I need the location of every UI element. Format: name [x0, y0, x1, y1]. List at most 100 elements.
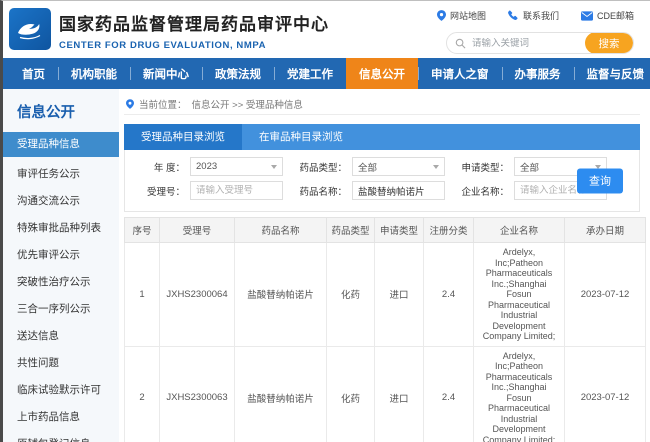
main-panel: 当前位置： 信息公开 >> 受理品种信息 受理品种目录浏览 在审品种目录浏览 年… — [119, 89, 650, 442]
cell-apply-type: 进口 — [375, 346, 424, 442]
search-button[interactable]: 搜索 — [585, 32, 633, 54]
cell-apply-type: 进口 — [375, 243, 424, 347]
sidebar-item-marketed-drugs[interactable]: 上市药品信息 — [3, 404, 119, 431]
cell-acceptance-no: JXHS2300063 — [160, 346, 235, 442]
cell-reg-class: 2.4 — [424, 243, 474, 347]
col-company: 企业名称 — [474, 218, 565, 243]
year-select[interactable]: 2023 — [190, 157, 283, 176]
sitemap-label: 网站地图 — [450, 9, 486, 22]
table-row: 2 JXHS2300063 盐酸替纳帕诺片 化药 进口 2.4 Ardelyx,… — [125, 346, 646, 442]
tab-bar: 受理品种目录浏览 在审品种目录浏览 — [124, 124, 640, 150]
apply-type-label: 申请类型： — [455, 160, 509, 174]
breadcrumb-path: 信息公开 >> 受理品种信息 — [192, 97, 303, 111]
site-header: 国家药品监督管理局药品审评中心 CENTER FOR DRUG EVALUATI… — [3, 1, 650, 58]
site-title: 国家药品监督管理局药品审评中心 — [59, 10, 329, 35]
sidebar-item-clinical-trial-implied-license[interactable]: 临床试验默示许可 — [3, 377, 119, 404]
col-reg-class: 注册分类 — [424, 218, 474, 243]
acceptance-no-input[interactable] — [196, 185, 277, 196]
nav-item-functions[interactable]: 机构职能 — [58, 58, 130, 89]
drug-name-input[interactable] — [358, 185, 439, 196]
cell-company: Ardelyx, Inc;Patheon Pharmaceuticals Inc… — [474, 346, 565, 442]
mailbox-link[interactable]: CDE邮箱 — [581, 9, 634, 22]
cell-drug-type: 化药 — [327, 243, 375, 347]
sidebar-item-review-tasks[interactable]: 审评任务公示 — [3, 161, 119, 188]
cell-drug-name: 盐酸替纳帕诺片 — [235, 243, 327, 347]
col-drug-type: 药品类型 — [327, 218, 375, 243]
brand-block: 国家药品监督管理局药品审评中心 CENTER FOR DRUG EVALUATI… — [59, 10, 329, 51]
nav-item-policies[interactable]: 政策法规 — [202, 58, 274, 89]
year-label: 年 度： — [131, 160, 185, 174]
cde-logo — [9, 8, 51, 50]
location-pin-icon — [437, 10, 446, 21]
filter-form: 年 度： 2023 药品类型： 全部 申请类型： 全部 — [124, 150, 640, 212]
cell-drug-type: 化药 — [327, 346, 375, 442]
nav-item-home[interactable]: 首页 — [9, 58, 58, 89]
cell-seq: 2 — [125, 346, 160, 442]
year-value: 2023 — [196, 161, 217, 172]
sitemap-link[interactable]: 网站地图 — [437, 9, 486, 22]
nav-item-party[interactable]: 党建工作 — [274, 58, 346, 89]
company-label: 企业名称： — [455, 184, 509, 198]
breadcrumb-prefix: 当前位置： — [139, 97, 187, 111]
sidebar-item-excipient-registration[interactable]: 原辅包登记信息 — [3, 431, 119, 442]
drug-name-field-wrap — [352, 181, 445, 200]
drug-type-select[interactable]: 全部 — [352, 157, 445, 176]
location-pin-icon — [126, 99, 134, 109]
cell-company: Ardelyx, Inc;Patheon Pharmaceuticals Inc… — [474, 243, 565, 347]
main-nav: 首页 机构职能 新闻中心 政策法规 党建工作 信息公开 申请人之窗 办事服务 监… — [3, 58, 650, 89]
drug-type-value: 全部 — [358, 160, 377, 174]
acceptance-no-field-wrap — [190, 181, 283, 200]
sidebar-item-delivery-info[interactable]: 送达信息 — [3, 323, 119, 350]
breadcrumb: 当前位置： 信息公开 >> 受理品种信息 — [124, 94, 640, 115]
sidebar-item-accepted-varieties[interactable]: 受理品种信息 — [3, 132, 119, 157]
col-acceptance-no: 受理号 — [160, 218, 235, 243]
swan-logo-icon — [13, 12, 47, 46]
cell-reg-class: 2.4 — [424, 346, 474, 442]
sidebar: 信息公开 受理品种信息 审评任务公示 沟通交流公示 特殊审批品种列表 优先审评公… — [3, 89, 119, 442]
results-table: 序号 受理号 药品名称 药品类型 申请类型 注册分类 企业名称 承办日期 1 J… — [124, 217, 646, 442]
cell-drug-name: 盐酸替纳帕诺片 — [235, 346, 327, 442]
chevron-down-icon — [271, 165, 277, 169]
contact-label: 联系我们 — [523, 9, 559, 22]
table-row: 1 JXHS2300064 盐酸替纳帕诺片 化药 进口 2.4 Ardelyx,… — [125, 243, 646, 347]
mailbox-label: CDE邮箱 — [597, 9, 634, 22]
apply-type-value: 全部 — [520, 160, 539, 174]
nav-item-info-disclosure[interactable]: 信息公开 — [346, 58, 418, 89]
drug-type-label: 药品类型： — [293, 160, 347, 174]
contact-link[interactable]: 联系我们 — [508, 9, 559, 22]
col-drug-name: 药品名称 — [235, 218, 327, 243]
sidebar-item-special-approval[interactable]: 特殊审批品种列表 — [3, 215, 119, 242]
col-date: 承办日期 — [565, 218, 646, 243]
nav-item-services[interactable]: 办事服务 — [502, 58, 574, 89]
sidebar-item-breakthrough-therapy[interactable]: 突破性治疗公示 — [3, 269, 119, 296]
table-header-row: 序号 受理号 药品名称 药品类型 申请类型 注册分类 企业名称 承办日期 — [125, 218, 646, 243]
quick-links: 网站地图 联系我们 CDE邮箱 — [437, 9, 634, 22]
query-button[interactable]: 查询 — [577, 168, 623, 193]
nav-item-news[interactable]: 新闻中心 — [130, 58, 202, 89]
cell-date: 2023-07-12 — [565, 346, 646, 442]
nav-item-supervision[interactable]: 监督与反馈 — [574, 58, 650, 89]
chevron-down-icon — [433, 165, 439, 169]
site-subtitle: CENTER FOR DRUG EVALUATION, NMPA — [59, 40, 329, 51]
search-input[interactable] — [466, 38, 585, 49]
col-apply-type: 申请类型 — [375, 218, 424, 243]
cell-seq: 1 — [125, 243, 160, 347]
drug-name-label: 药品名称： — [293, 184, 347, 198]
col-seq: 序号 — [125, 218, 160, 243]
site-search: 搜索 — [446, 32, 634, 54]
cell-acceptance-no: JXHS2300064 — [160, 243, 235, 347]
sidebar-item-priority-review[interactable]: 优先审评公示 — [3, 242, 119, 269]
content-area: 信息公开 受理品种信息 审评任务公示 沟通交流公示 特殊审批品种列表 优先审评公… — [3, 89, 650, 442]
filter-row-1: 年 度： 2023 药品类型： 全部 申请类型： 全部 — [131, 157, 633, 176]
phone-icon — [508, 10, 519, 21]
acceptance-no-label: 受理号： — [131, 184, 185, 198]
sidebar-title: 信息公开 — [3, 97, 119, 132]
cell-date: 2023-07-12 — [565, 243, 646, 347]
nav-item-applicant-window[interactable]: 申请人之窗 — [418, 58, 502, 89]
sidebar-item-communication[interactable]: 沟通交流公示 — [3, 188, 119, 215]
tab-accepted-catalog[interactable]: 受理品种目录浏览 — [124, 124, 242, 150]
tab-under-review-catalog[interactable]: 在审品种目录浏览 — [242, 124, 360, 150]
sidebar-item-common-issues[interactable]: 共性问题 — [3, 350, 119, 377]
search-icon — [455, 38, 466, 49]
sidebar-item-three-in-one[interactable]: 三合一序列公示 — [3, 296, 119, 323]
